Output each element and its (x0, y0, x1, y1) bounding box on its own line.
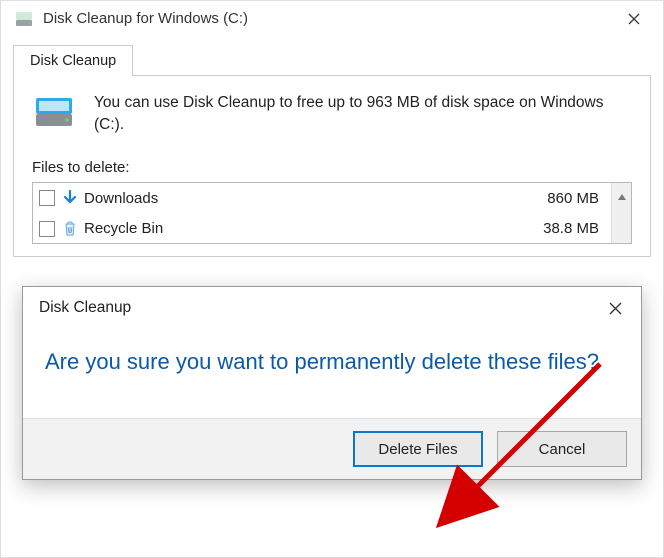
info-text: You can use Disk Cleanup to free up to 9… (94, 92, 632, 135)
file-rows: Downloads 860 MB Recycle Bin 38.8 MB (33, 183, 611, 243)
cancel-button[interactable]: Cancel (497, 431, 627, 467)
close-button[interactable] (611, 4, 657, 34)
window-title: Disk Cleanup for Windows (C:) (43, 10, 611, 27)
drive-icon (13, 8, 35, 30)
dialog-close-button[interactable] (593, 293, 637, 323)
list-item[interactable]: Downloads 860 MB (33, 183, 611, 213)
checkbox[interactable] (39, 190, 55, 206)
dialog-body: Are you sure you want to permanently del… (23, 329, 641, 418)
titlebar: Disk Cleanup for Windows (C:) (1, 1, 663, 36)
scroll-up-icon[interactable] (612, 183, 631, 211)
scrollbar[interactable] (611, 183, 631, 243)
delete-files-button[interactable]: Delete Files (353, 431, 483, 467)
tab-disk-cleanup[interactable]: Disk Cleanup (13, 45, 133, 76)
files-listbox[interactable]: Downloads 860 MB Recycle Bin 38.8 MB (32, 182, 632, 244)
download-arrow-icon (61, 189, 79, 207)
dialog-titlebar: Disk Cleanup (23, 287, 641, 329)
dialog-button-row: Delete Files Cancel (23, 418, 641, 479)
info-row: You can use Disk Cleanup to free up to 9… (32, 92, 632, 135)
files-to-delete-label: Files to delete: (32, 159, 632, 176)
confirm-dialog: Disk Cleanup Are you sure you want to pe… (22, 286, 642, 480)
file-name: Downloads (84, 190, 547, 207)
dialog-title: Disk Cleanup (39, 299, 593, 317)
recycle-bin-icon (61, 220, 79, 238)
tab-strip: Disk Cleanup (13, 44, 663, 75)
dialog-message: Are you sure you want to permanently del… (45, 345, 619, 378)
list-item[interactable]: Recycle Bin 38.8 MB (33, 213, 611, 243)
checkbox[interactable] (39, 221, 55, 237)
drive-large-icon (32, 92, 78, 132)
file-size: 860 MB (547, 190, 605, 207)
file-size: 38.8 MB (543, 220, 605, 237)
file-name: Recycle Bin (84, 220, 543, 237)
tab-panel: You can use Disk Cleanup to free up to 9… (13, 75, 651, 257)
